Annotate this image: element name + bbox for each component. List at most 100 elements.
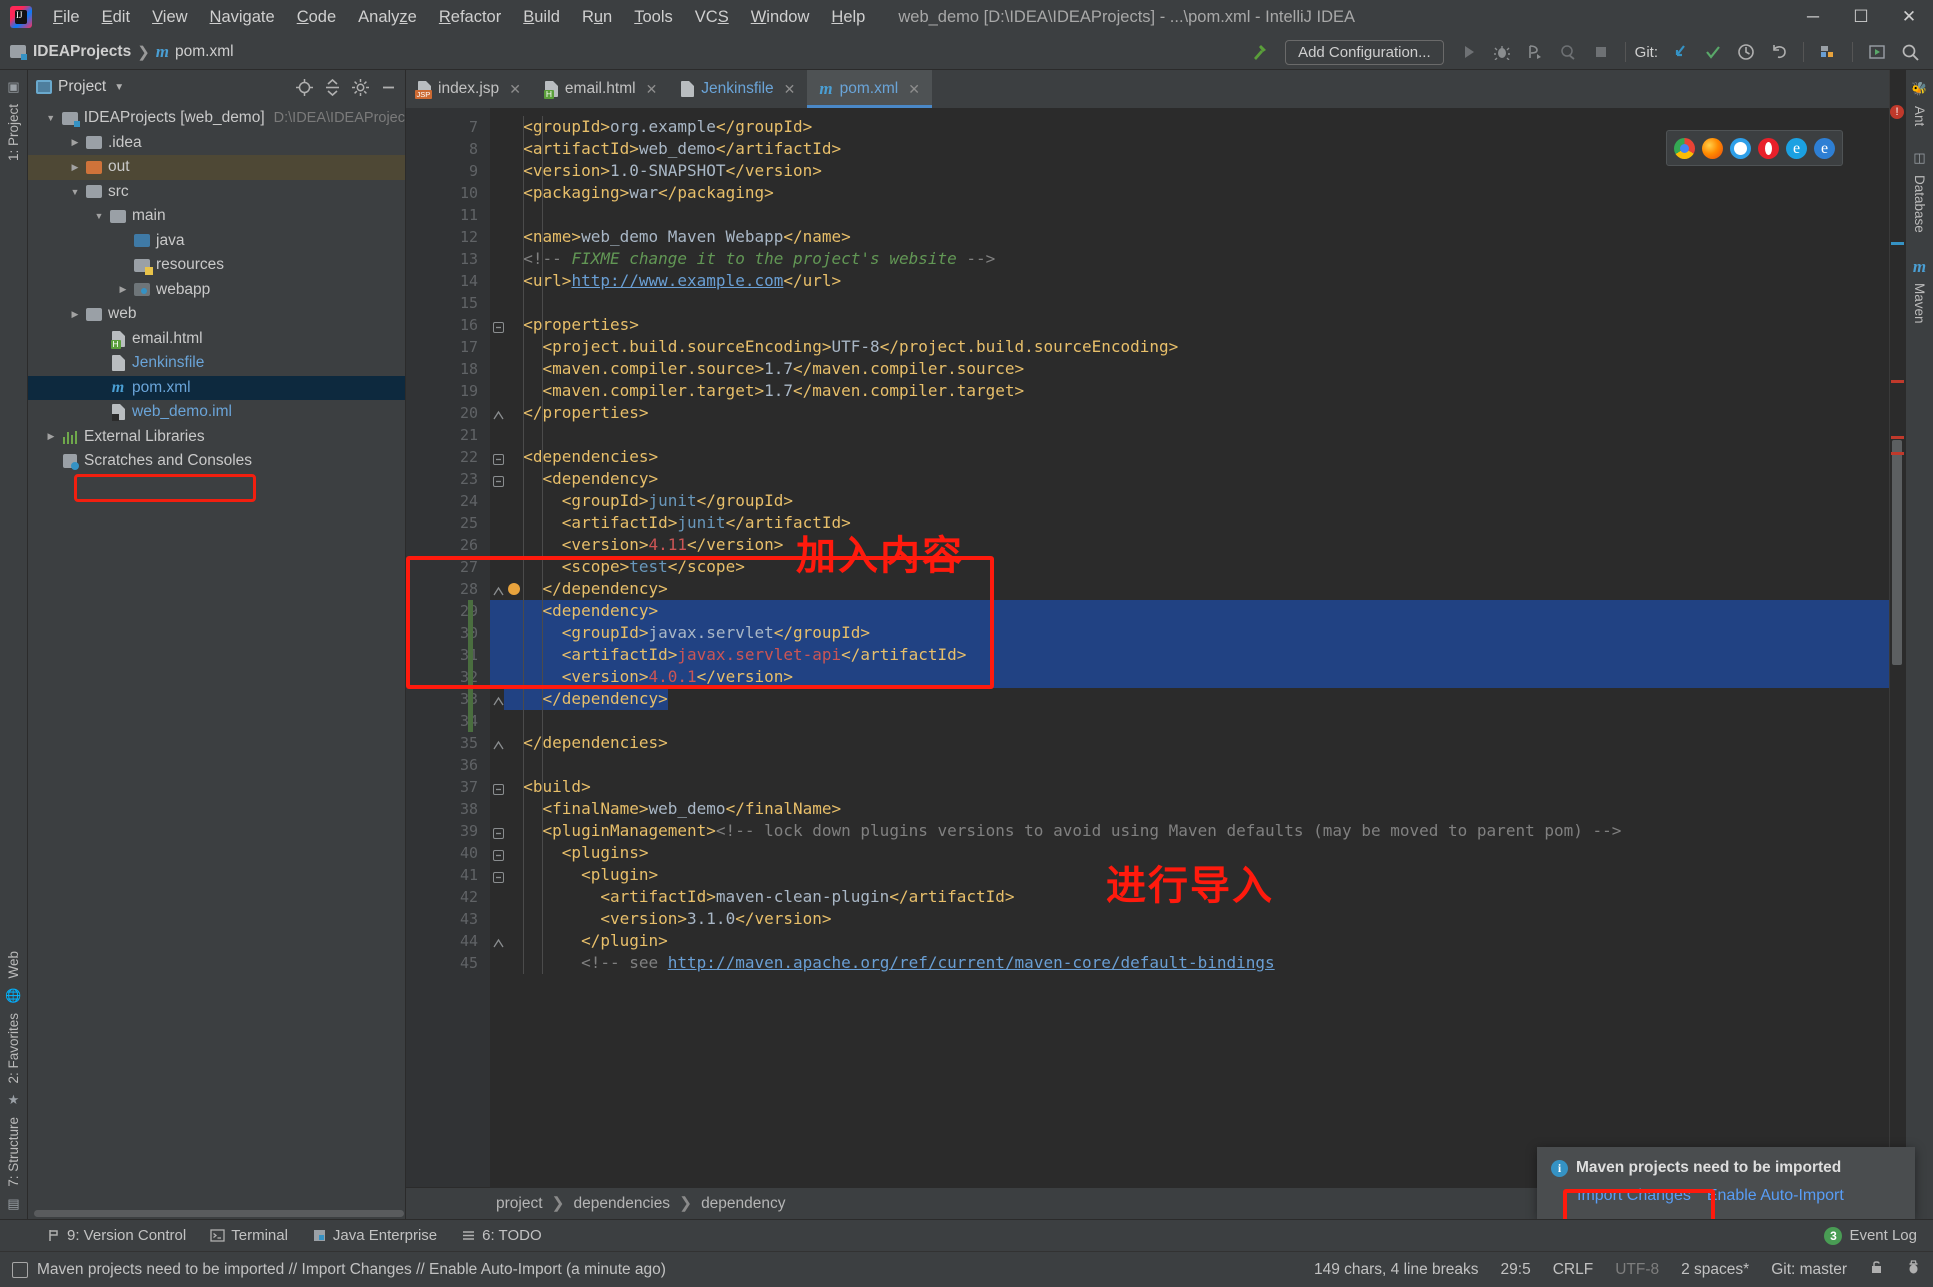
code-line[interactable] [490,754,1889,776]
menu-item-vcs[interactable]: VCS [684,5,740,30]
tree-node-src[interactable]: ▼ src [28,180,405,205]
code-line[interactable]: <!-- see http://maven.apache.org/ref/cur… [490,952,1889,974]
code-line[interactable]: <packaging>war</packaging> [490,182,1889,204]
tree-node-web_demo.iml[interactable]: web_demo.iml [28,400,405,425]
tree-node-web[interactable]: ▶ web [28,302,405,327]
code-line[interactable]: <version>4.0.1</version> [490,666,1889,688]
strip-item-favorites[interactable]: 2: Favorites [6,1007,21,1090]
editor-tab-pom-xml[interactable]: m pom.xml ✕ [807,70,932,108]
menu-item-tools[interactable]: Tools [623,5,684,30]
tree-node-out[interactable]: ▶ out [28,155,405,180]
code-line[interactable]: <version>3.1.0</version> [490,908,1889,930]
internet-explorer-icon[interactable] [1786,137,1807,159]
error-marker-icon[interactable]: ! [1890,105,1904,119]
navbar-file-name[interactable]: pom.xml [175,43,234,61]
close-button[interactable]: ✕ [1885,0,1933,34]
debug-icon[interactable] [1487,37,1517,67]
code-line[interactable]: <maven.compiler.target>1.7</maven.compil… [490,380,1889,402]
tree-node-webapp[interactable]: ▶ webapp [28,278,405,303]
code-line[interactable]: </dependency> [490,688,1889,710]
maximize-button[interactable]: ☐ [1837,0,1885,34]
run-with-coverage-icon[interactable] [1520,37,1550,67]
editor-gutter[interactable]: 7 8 9 10 11 12 13 14 15 16 17 18 19 20 21 22 23 24 25 26 27 2… [406,108,520,1187]
chevron-right-icon[interactable]: ▶ [66,162,84,173]
opera-icon[interactable] [1758,137,1779,159]
code-line[interactable] [490,204,1889,226]
menu-item-refactor[interactable]: Refactor [428,5,512,30]
tab-close-icon[interactable]: ✕ [646,81,658,98]
add-configuration-button[interactable]: Add Configuration... [1285,39,1444,65]
event-log-area[interactable]: 3 Event Log [1824,1226,1917,1245]
status-indent[interactable]: 2 spaces* [1681,1261,1749,1279]
code-line[interactable]: <properties> [490,314,1889,336]
build-hammer-icon[interactable] [1245,37,1275,67]
breadcrumb-dependencies[interactable]: dependencies [574,1195,671,1213]
select-opened-file-icon[interactable] [291,74,317,100]
code-line[interactable]: <build> [490,776,1889,798]
breadcrumb-dependency[interactable]: dependency [701,1195,785,1213]
tree-node-.idea[interactable]: ▶ .idea [28,131,405,156]
tool-window-todo[interactable]: 6: TODO [461,1227,542,1244]
import-changes-link[interactable]: Import Changes [1577,1187,1691,1205]
tab-close-icon[interactable]: ✕ [509,81,521,98]
project-panel-hscrollbar[interactable] [28,1207,405,1219]
chrome-icon[interactable] [1674,137,1695,159]
tree-node-scratches[interactable]: Scratches and Consoles [28,449,405,474]
tab-close-icon[interactable]: ✕ [908,81,920,98]
minimize-button[interactable]: ─ [1789,0,1837,34]
editor-tab-Jenkinsfile[interactable]: Jenkinsfile ✕ [669,70,807,108]
tree-node-ideaprojects[interactable]: ▼ IDEAProjects [web_demo] D:\IDEA\IDEAProj… [28,106,405,131]
collapse-all-icon[interactable] [319,74,345,100]
code-line[interactable]: <name>web_demo Maven Webapp</name> [490,226,1889,248]
stop-icon[interactable] [1586,37,1616,67]
power-save-icon[interactable] [1906,1259,1921,1280]
code-editor[interactable]: 7 8 9 10 11 12 13 14 15 16 17 18 19 20 21 22 23 24 25 26 27 2… [406,108,1889,1187]
status-caret-position[interactable]: 29:5 [1501,1261,1531,1279]
tool-window-version-control[interactable]: 9: Version Control [46,1227,186,1244]
tab-close-icon[interactable]: ✕ [784,81,796,98]
search-everywhere-icon[interactable] [1895,37,1925,67]
code-line[interactable] [490,424,1889,446]
tree-node-external[interactable]: ▶ External Libraries [28,425,405,450]
git-rollback-icon[interactable] [1764,37,1794,67]
strip-item-ant[interactable]: Ant [1912,100,1927,132]
firefox-icon[interactable] [1702,137,1723,159]
git-history-icon[interactable] [1731,37,1761,67]
menu-item-navigate[interactable]: Navigate [199,5,286,30]
code-line[interactable]: <project.build.sourceEncoding>UTF-8</pro… [490,336,1889,358]
menu-item-code[interactable]: Code [286,5,347,30]
code-line[interactable] [490,710,1889,732]
editor-vertical-scrollbar[interactable] [1892,440,1902,665]
git-update-icon[interactable] [1665,37,1695,67]
vcs-change-marker[interactable] [468,600,473,732]
menu-item-view[interactable]: View [141,5,198,30]
chevron-right-icon[interactable]: ▶ [42,431,60,442]
tree-node-main[interactable]: ▼ main [28,204,405,229]
tree-node-resources[interactable]: resources [28,253,405,278]
status-encoding[interactable]: UTF-8 [1615,1261,1659,1279]
chevron-right-icon[interactable]: ▶ [66,309,84,320]
code-line[interactable]: <url>http://www.example.com</url> [490,270,1889,292]
code-line[interactable]: <artifactId>junit</artifactId> [490,512,1889,534]
status-message[interactable]: Maven projects need to be imported // Im… [37,1261,666,1279]
safari-icon[interactable] [1730,137,1751,159]
chevron-down-icon[interactable]: ▼ [114,82,124,93]
lock-icon[interactable] [1869,1259,1884,1280]
code-line[interactable]: <maven.compiler.source>1.7</maven.compil… [490,358,1889,380]
editor-tab-email-html[interactable]: email.html ✕ [533,70,669,108]
code-line[interactable]: </properties> [490,402,1889,424]
enable-auto-import-link[interactable]: Enable Auto-Import [1707,1187,1844,1205]
menu-item-edit[interactable]: Edit [91,5,141,30]
profiler-icon[interactable] [1553,37,1583,67]
breadcrumb-project[interactable]: project [496,1195,543,1213]
edge-icon[interactable] [1814,137,1835,159]
project-structure-icon[interactable] [1813,37,1843,67]
menu-item-run[interactable]: Run [571,5,623,30]
chevron-down-icon[interactable]: ▼ [66,187,84,197]
menu-item-file[interactable]: File [42,5,91,30]
code-line[interactable]: </dependencies> [490,732,1889,754]
navbar-project-name[interactable]: IDEAProjects [33,43,131,61]
status-line-separator[interactable]: CRLF [1553,1261,1593,1279]
code-line[interactable]: <dependencies> [490,446,1889,468]
chevron-down-icon[interactable]: ▼ [42,113,60,123]
